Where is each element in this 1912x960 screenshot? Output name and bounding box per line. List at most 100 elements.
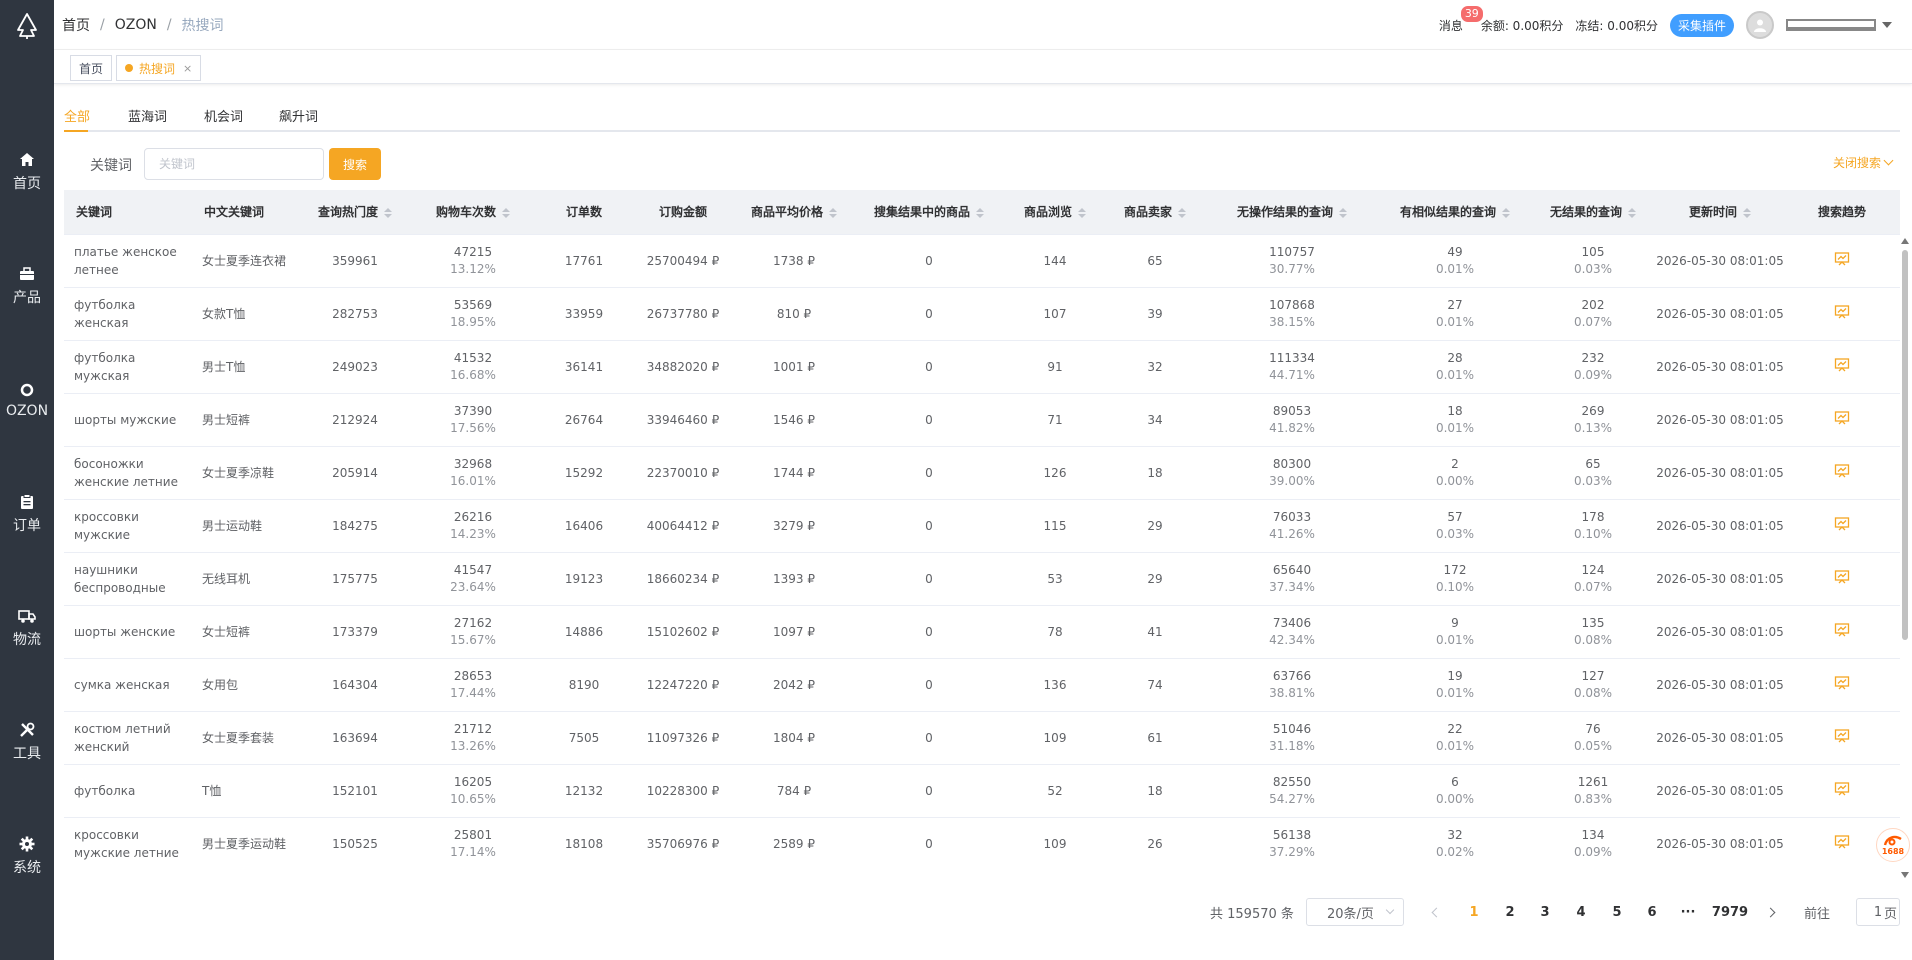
- trend-chart-icon[interactable]: [1834, 781, 1850, 797]
- page-3[interactable]: 3: [1530, 890, 1560, 934]
- page-last[interactable]: 7979: [1710, 890, 1750, 934]
- col-views[interactable]: 商品浏览: [1004, 190, 1106, 235]
- cell-noop: 56138 37.29%: [1204, 817, 1380, 870]
- cell-orders: 14886: [536, 605, 632, 659]
- cell-orders: 8190: [536, 658, 632, 712]
- trend-chart-icon[interactable]: [1834, 463, 1850, 479]
- chevron-right-icon: [1765, 907, 1775, 917]
- cell-noop: 51046 31.18%: [1204, 711, 1380, 765]
- search-button[interactable]: 搜索: [329, 148, 381, 180]
- trend-chart-icon[interactable]: [1834, 728, 1850, 744]
- col-none[interactable]: 无结果的查询: [1530, 190, 1656, 235]
- col-sellers[interactable]: 商品卖家: [1106, 190, 1204, 235]
- sort-icon[interactable]: [1743, 207, 1751, 218]
- tab-blue-ocean[interactable]: 蓝海词: [128, 106, 167, 125]
- tag-hot-keywords[interactable]: 热搜词 ×: [116, 55, 202, 81]
- cell-avg-price: 1097 ₽: [734, 605, 854, 659]
- cell-keyword: футболка: [64, 764, 192, 818]
- cell-views: 52: [1004, 764, 1106, 818]
- scroll-thumb[interactable]: [1902, 250, 1908, 640]
- page-ellipsis[interactable]: ···: [1673, 890, 1703, 934]
- sort-icon[interactable]: [1178, 207, 1186, 218]
- keyword-tabs: 全部 蓝海词 机会词 飙升词: [64, 100, 1900, 132]
- table-scrollbar[interactable]: [1900, 236, 1910, 880]
- cell-orders: 17761: [536, 234, 632, 288]
- breadcrumb-ozon[interactable]: OZON: [115, 17, 157, 33]
- username-redacted[interactable]: [1786, 19, 1876, 31]
- breadcrumb-separator: /: [166, 17, 172, 33]
- sort-icon[interactable]: [829, 207, 837, 218]
- nav-item-product[interactable]: 产品: [0, 256, 54, 316]
- tag-home[interactable]: 首页: [70, 55, 113, 81]
- tree-logo-icon[interactable]: [0, 8, 54, 44]
- cell-cart: 53569 18.95%: [410, 287, 536, 341]
- page-6[interactable]: 6: [1637, 890, 1667, 934]
- scroll-up-icon[interactable]: [1901, 238, 1909, 244]
- search-label: 关键词: [90, 158, 132, 174]
- page-5[interactable]: 5: [1602, 890, 1632, 934]
- tab-rising[interactable]: 飙升词: [279, 106, 318, 125]
- trend-chart-icon[interactable]: [1834, 251, 1850, 267]
- chevron-down-icon: [1883, 155, 1894, 166]
- tab-opportunity[interactable]: 机会词: [204, 106, 243, 125]
- plugin-button[interactable]: 采集插件: [1669, 13, 1734, 37]
- close-search-label: 关闭搜索: [1832, 156, 1881, 170]
- trend-chart-icon[interactable]: [1834, 410, 1850, 426]
- trend-chart-icon[interactable]: [1834, 622, 1850, 638]
- tab-all[interactable]: 全部: [64, 106, 90, 125]
- col-avg-price[interactable]: 商品平均价格: [734, 190, 854, 235]
- page-size-select[interactable]: 20条/页: [1306, 898, 1404, 926]
- cell-updated: 2026-05-30 08:01:05: [1656, 234, 1784, 288]
- nav-item-system[interactable]: 系统: [0, 826, 54, 886]
- caret-down-icon[interactable]: [1882, 22, 1892, 28]
- nav-item-logistics[interactable]: 物流: [0, 598, 54, 658]
- next-page-button[interactable]: [1760, 890, 1780, 934]
- trend-chart-icon[interactable]: [1834, 516, 1850, 532]
- col-hot[interactable]: 查询热门度: [300, 190, 410, 235]
- sort-icon[interactable]: [502, 207, 510, 218]
- cell-none: 1261 0.83%: [1530, 764, 1656, 818]
- keyword-search-input[interactable]: [144, 148, 324, 180]
- page-2[interactable]: 2: [1495, 890, 1525, 934]
- nav-item-order[interactable]: 订单: [0, 484, 54, 544]
- trend-chart-icon[interactable]: [1834, 675, 1850, 691]
- col-results[interactable]: 搜集结果中的商品: [854, 190, 1004, 235]
- page-1[interactable]: 1: [1459, 890, 1489, 934]
- trend-chart-icon[interactable]: [1834, 834, 1850, 850]
- cell-none: 105 0.03%: [1530, 234, 1656, 288]
- messages-link[interactable]: 消息 39: [1439, 4, 1484, 34]
- page-4[interactable]: 4: [1566, 890, 1596, 934]
- sort-icon[interactable]: [384, 207, 392, 218]
- avatar[interactable]: [1746, 11, 1774, 39]
- float-1688-label: 1688: [1881, 846, 1905, 856]
- breadcrumb-home[interactable]: 首页: [62, 15, 90, 35]
- col-cart[interactable]: 购物车次数: [410, 190, 536, 235]
- close-search-toggle[interactable]: 关闭搜索: [1832, 154, 1894, 171]
- trend-chart-icon[interactable]: [1834, 569, 1850, 585]
- trend-chart-icon[interactable]: [1834, 304, 1850, 320]
- cell-keyword: шорты женские: [64, 605, 192, 659]
- cell-sellers: 32: [1106, 340, 1204, 394]
- col-similar[interactable]: 有相似结果的查询: [1380, 190, 1530, 235]
- cell-updated: 2026-05-30 08:01:05: [1656, 817, 1784, 870]
- nav-item-ozon[interactable]: OZON: [0, 370, 54, 430]
- close-icon[interactable]: ×: [183, 62, 192, 75]
- col-noop[interactable]: 无操作结果的查询: [1204, 190, 1380, 235]
- nav-item-home[interactable]: 首页: [0, 142, 54, 202]
- home-icon: [18, 151, 36, 169]
- nav-item-tools[interactable]: 工具: [0, 712, 54, 772]
- prev-page-button[interactable]: [1426, 890, 1446, 934]
- float-1688-button[interactable]: 1688: [1876, 828, 1910, 862]
- sort-icon[interactable]: [1339, 207, 1347, 218]
- sort-icon[interactable]: [1628, 207, 1636, 218]
- tag-label: 热搜词: [139, 61, 176, 76]
- goto-label: 前往: [1804, 906, 1831, 922]
- col-keyword: 关键词: [64, 190, 192, 235]
- cell-cart: 26216 14.23%: [410, 499, 536, 553]
- trend-chart-icon[interactable]: [1834, 357, 1850, 373]
- sort-icon[interactable]: [1502, 207, 1510, 218]
- sort-icon[interactable]: [976, 207, 984, 218]
- col-updated[interactable]: 更新时间: [1656, 190, 1784, 235]
- sort-icon[interactable]: [1078, 207, 1086, 218]
- scroll-down-icon[interactable]: [1901, 872, 1909, 878]
